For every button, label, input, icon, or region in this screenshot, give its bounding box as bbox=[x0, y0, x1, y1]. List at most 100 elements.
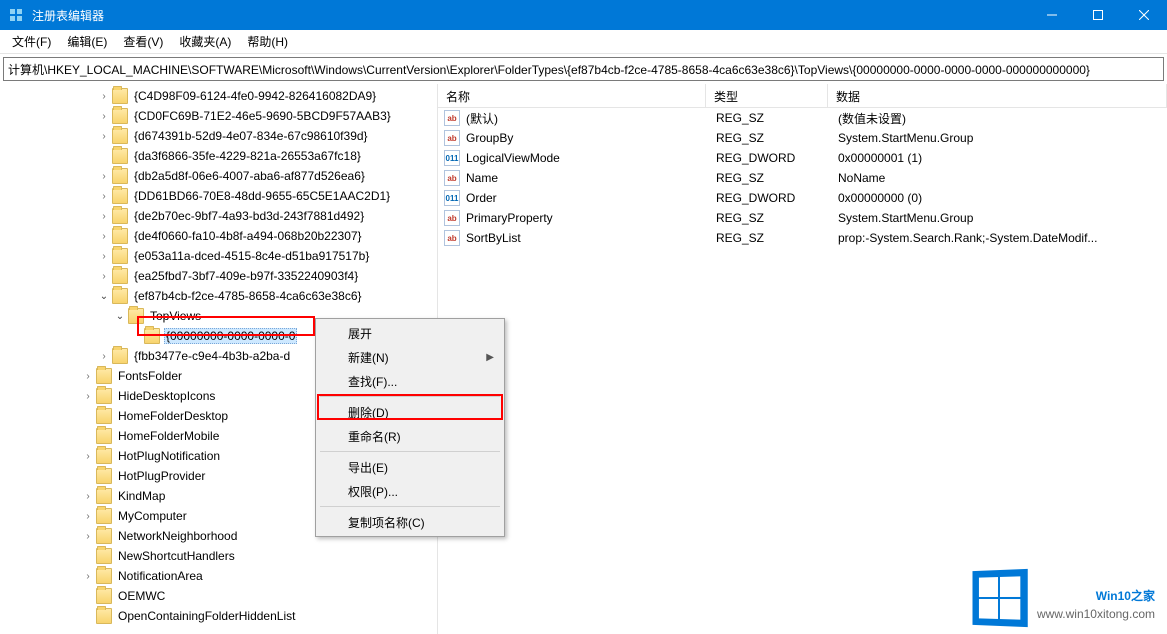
tree-label: NotificationArea bbox=[116, 568, 205, 584]
value-name: Name bbox=[464, 171, 708, 185]
chevron-right-icon[interactable]: › bbox=[96, 211, 112, 222]
folder-icon bbox=[112, 108, 128, 124]
value-row[interactable]: abPrimaryPropertyREG_SZSystem.StartMenu.… bbox=[438, 208, 1167, 228]
tree-row[interactable]: › {de4f0660-fa10-4b8f-a494-068b20b22307} bbox=[0, 226, 437, 246]
ctx-find-label: 查找(F)... bbox=[348, 373, 397, 390]
value-row[interactable]: ab(默认)REG_SZ(数值未设置) bbox=[438, 108, 1167, 128]
ctx-export[interactable]: 导出(E) bbox=[318, 455, 502, 479]
value-data: 0x00000000 (0) bbox=[830, 191, 1167, 205]
tree-row[interactable]: NewShortcutHandlers bbox=[0, 546, 437, 566]
col-type[interactable]: 类型 bbox=[706, 84, 828, 107]
chevron-right-icon[interactable]: › bbox=[96, 271, 112, 282]
value-row[interactable]: abSortByListREG_SZprop:-System.Search.Ra… bbox=[438, 228, 1167, 248]
folder-icon bbox=[96, 408, 112, 424]
chevron-right-icon[interactable]: › bbox=[96, 251, 112, 262]
ctx-rename[interactable]: 重命名(R) bbox=[318, 424, 502, 448]
tree-row[interactable]: ›{d674391b-52d9-4e07-834e-67c98610f39d} bbox=[0, 126, 437, 146]
value-type: REG_DWORD bbox=[708, 191, 830, 205]
chevron-right-icon[interactable]: › bbox=[80, 531, 96, 542]
value-data: 0x00000001 (1) bbox=[830, 151, 1167, 165]
value-row[interactable]: abGroupByREG_SZSystem.StartMenu.Group bbox=[438, 128, 1167, 148]
folder-icon bbox=[128, 308, 144, 324]
close-button[interactable] bbox=[1121, 0, 1167, 30]
tree-row[interactable]: › NotificationArea bbox=[0, 566, 437, 586]
tree-row[interactable]: ›{C4D98F09-6124-4fe0-9942-826416082DA9} bbox=[0, 86, 437, 106]
address-text: 计算机\HKEY_LOCAL_MACHINE\SOFTWARE\Microsof… bbox=[8, 61, 1090, 78]
value-data: System.StartMenu.Group bbox=[830, 131, 1167, 145]
folder-icon bbox=[144, 328, 160, 344]
ctx-delete[interactable]: 删除(D) bbox=[318, 400, 502, 424]
folder-icon bbox=[96, 528, 112, 544]
ctx-expand[interactable]: 展开 bbox=[318, 321, 502, 345]
ctx-find[interactable]: 查找(F)... bbox=[318, 369, 502, 393]
menu-favorites[interactable]: 收藏夹(A) bbox=[171, 31, 239, 52]
tree-label: {ea25fbd7-3bf7-409e-b97f-3352240903f4} bbox=[132, 268, 360, 284]
ctx-delete-label: 删除(D) bbox=[348, 404, 389, 421]
chevron-right-icon[interactable]: › bbox=[96, 231, 112, 242]
value-type: REG_SZ bbox=[708, 231, 830, 245]
chevron-right-icon[interactable]: › bbox=[80, 491, 96, 502]
tree-row[interactable]: OpenContainingFolderHiddenList bbox=[0, 606, 437, 626]
tree-row[interactable]: › {de2b70ec-9bf7-4a93-bd3d-243f7881d492} bbox=[0, 206, 437, 226]
chevron-right-icon[interactable]: › bbox=[96, 131, 112, 142]
chevron-right-icon[interactable]: › bbox=[80, 371, 96, 382]
address-bar[interactable]: 计算机\HKEY_LOCAL_MACHINE\SOFTWARE\Microsof… bbox=[3, 57, 1164, 81]
tree-row[interactable]: {da3f6866-35fe-4229-821a-26553a67fc18} bbox=[0, 146, 437, 166]
chevron-right-icon[interactable]: › bbox=[96, 171, 112, 182]
folder-icon bbox=[96, 428, 112, 444]
tree-label: {de4f0660-fa10-4b8f-a494-068b20b22307} bbox=[132, 228, 364, 244]
tree-label: NewShortcutHandlers bbox=[116, 548, 237, 564]
chevron-down-icon[interactable]: ⌄ bbox=[112, 311, 128, 322]
ctx-new-label: 新建(N) bbox=[348, 349, 389, 366]
folder-icon bbox=[96, 508, 112, 524]
value-row[interactable]: 011OrderREG_DWORD0x00000000 (0) bbox=[438, 188, 1167, 208]
value-row[interactable]: abNameREG_SZNoName bbox=[438, 168, 1167, 188]
menu-view[interactable]: 查看(V) bbox=[115, 31, 171, 52]
value-data: prop:-System.Search.Rank;-System.DateMod… bbox=[830, 231, 1167, 245]
col-data[interactable]: 数据 bbox=[828, 84, 1167, 107]
folder-icon bbox=[112, 128, 128, 144]
value-type: REG_DWORD bbox=[708, 151, 830, 165]
ctx-separator bbox=[320, 506, 500, 507]
col-name[interactable]: 名称 bbox=[438, 84, 706, 107]
chevron-right-icon[interactable]: › bbox=[80, 511, 96, 522]
tree-label: {de2b70ec-9bf7-4a93-bd3d-243f7881d492} bbox=[132, 208, 366, 224]
tree-row[interactable]: ›{CD0FC69B-71E2-46e5-9690-5BCD9F57AAB3} bbox=[0, 106, 437, 126]
menu-edit[interactable]: 编辑(E) bbox=[59, 31, 115, 52]
chevron-right-icon[interactable]: › bbox=[80, 571, 96, 582]
tree-label: NetworkNeighborhood bbox=[116, 528, 239, 544]
tree-row[interactable]: ⌄{ef87b4cb-f2ce-4785-8658-4ca6c63e38c6} bbox=[0, 286, 437, 306]
chevron-right-icon[interactable]: › bbox=[96, 111, 112, 122]
chevron-right-icon[interactable]: › bbox=[96, 191, 112, 202]
tree-row[interactable]: OEMWC bbox=[0, 586, 437, 606]
app-icon bbox=[8, 7, 24, 23]
minimize-button[interactable] bbox=[1029, 0, 1075, 30]
chevron-right-icon[interactable]: › bbox=[80, 451, 96, 462]
value-type: REG_SZ bbox=[708, 131, 830, 145]
menu-help[interactable]: 帮助(H) bbox=[239, 31, 296, 52]
chevron-right-icon[interactable]: › bbox=[80, 391, 96, 402]
ctx-copy-key-name[interactable]: 复制项名称(C) bbox=[318, 510, 502, 534]
value-row[interactable]: 011LogicalViewModeREG_DWORD0x00000001 (1… bbox=[438, 148, 1167, 168]
maximize-button[interactable] bbox=[1075, 0, 1121, 30]
ctx-permissions[interactable]: 权限(P)... bbox=[318, 479, 502, 503]
folder-icon bbox=[96, 608, 112, 624]
tree-label: HomeFolderMobile bbox=[116, 428, 221, 444]
tree-row[interactable]: ›{DD61BD66-70E8-48dd-9655-65C5E1AAC2D1} bbox=[0, 186, 437, 206]
tree-label: MyComputer bbox=[116, 508, 189, 524]
chevron-right-icon[interactable]: › bbox=[96, 91, 112, 102]
folder-icon bbox=[112, 228, 128, 244]
menu-file[interactable]: 文件(F) bbox=[4, 31, 59, 52]
tree-row[interactable]: ›{e053a11a-dced-4515-8c4e-d51ba917517b} bbox=[0, 246, 437, 266]
ctx-expand-label: 展开 bbox=[348, 325, 372, 342]
chevron-down-icon[interactable]: ⌄ bbox=[96, 291, 112, 302]
tree-row[interactable]: ›{db2a5d8f-06e6-4007-aba6-af877d526ea6} bbox=[0, 166, 437, 186]
values-pane[interactable]: 名称 类型 数据 ab(默认)REG_SZ(数值未设置)abGroupByREG… bbox=[438, 84, 1167, 634]
folder-icon bbox=[112, 248, 128, 264]
chevron-right-icon[interactable]: › bbox=[96, 351, 112, 362]
main-split: ›{C4D98F09-6124-4fe0-9942-826416082DA9}›… bbox=[0, 84, 1167, 634]
ctx-new[interactable]: 新建(N)▶ bbox=[318, 345, 502, 369]
titlebar: 注册表编辑器 bbox=[0, 0, 1167, 30]
tree-row[interactable]: › {ea25fbd7-3bf7-409e-b97f-3352240903f4} bbox=[0, 266, 437, 286]
value-name: PrimaryProperty bbox=[464, 211, 708, 225]
